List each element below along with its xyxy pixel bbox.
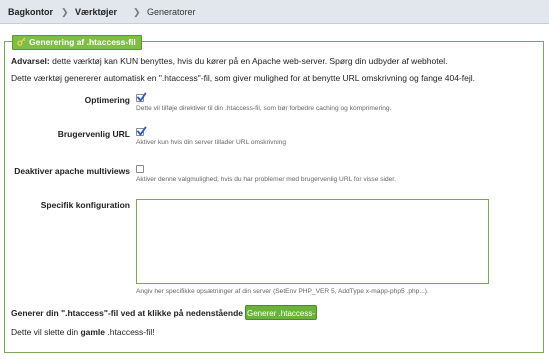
footer-bold: gamle [80,327,106,337]
warning-text: Advarsel: dette værktøj kan KUN benyttes… [11,56,448,67]
chevron-right-icon: ❯ [133,7,141,17]
brugervenlig-url-checkbox[interactable] [136,126,147,136]
check-icon [137,126,147,136]
footer-suffix: .htaccess-fil! [105,327,155,337]
deaktiver-multiviews-checkbox[interactable] [136,165,144,173]
breadcrumb: Bagkontor ❯ Værktøjer ❯ Generatorer [0,0,549,24]
check-icon [137,92,147,102]
warning-body: dette værktøj kan KUN benyttes, hvis du … [49,56,448,66]
fieldset-legend: Generering af .htaccess-fil [12,35,142,50]
brugervenlig-url-label: Brugervenlig URL [57,129,130,139]
generate-prompt: Generer din ".htaccess"-fil ved at klikk… [11,308,269,318]
optimering-label: Optimering [84,95,130,105]
footer-warning: Dette vil slette din gamle .htaccess-fil… [11,327,155,338]
deaktiver-multiviews-hint: Aktiver denne valgmulighed, hvis du har … [136,176,396,183]
brugervenlig-url-hint: Aktiver kun hvis din server tillader URL… [136,139,286,146]
specifik-konfiguration-hint: Angiv her specifikke opsætninger af din … [136,288,429,295]
breadcrumb-item-generatorer: Generatorer [147,7,196,17]
footer-prefix: Dette vil slette din [11,327,81,337]
specifik-konfiguration-textarea[interactable] [136,199,489,284]
warning-label: Advarsel: [11,56,50,66]
legend-label: Generering af .htaccess-fil [29,37,136,47]
deaktiver-multiviews-label: Deaktiver apache multiviews [14,166,130,176]
specifik-konfiguration-label: Specifik konfiguration [40,200,130,210]
breadcrumb-item-bagkontor[interactable]: Bagkontor [8,7,53,18]
generate-htaccess-button[interactable]: Generer .htaccess-fil [245,305,317,333]
chevron-right-icon: ❯ [61,7,69,17]
key-icon [17,37,26,46]
breadcrumb-item-vaerktoejer[interactable]: Værktøjer [75,7,117,18]
optimering-hint: Dette vil tilføje direktiver til din .ht… [136,105,392,112]
description-text: Dette værktøj genererer automatisk en ".… [11,73,475,83]
optimering-checkbox[interactable] [136,92,147,102]
